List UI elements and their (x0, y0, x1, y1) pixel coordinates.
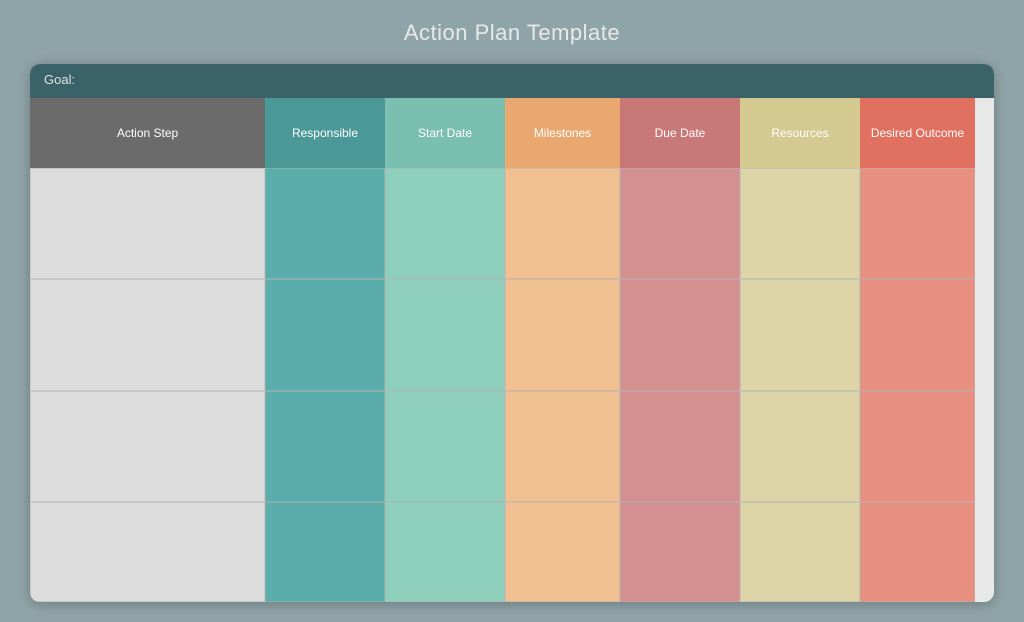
row4-action[interactable] (30, 502, 265, 602)
row4-milestones[interactable] (505, 502, 620, 602)
row4-duedate[interactable] (620, 502, 740, 602)
row1-desired[interactable] (860, 168, 975, 280)
header-desired-outcome: Desired Outcome (860, 98, 975, 168)
header-due-date: Due Date (620, 98, 740, 168)
row2-desired[interactable] (860, 279, 975, 391)
header-milestones: Milestones (505, 98, 620, 168)
row2-responsible[interactable] (265, 279, 385, 391)
page-wrapper: Action Plan Template Goal: Action Step R… (0, 0, 1024, 622)
grid-table: Action Step Responsible Start Date Miles… (30, 98, 994, 602)
row1-action[interactable] (30, 168, 265, 280)
row1-responsible[interactable] (265, 168, 385, 280)
row1-startdate[interactable] (385, 168, 505, 280)
row1-resources[interactable] (740, 168, 860, 280)
row2-milestones[interactable] (505, 279, 620, 391)
header-resources: Resources (740, 98, 860, 168)
row4-resources[interactable] (740, 502, 860, 602)
row3-milestones[interactable] (505, 391, 620, 503)
row3-responsible[interactable] (265, 391, 385, 503)
row4-responsible[interactable] (265, 502, 385, 602)
header-action-step: Action Step (30, 98, 265, 168)
row3-desired[interactable] (860, 391, 975, 503)
row3-startdate[interactable] (385, 391, 505, 503)
page-title: Action Plan Template (404, 20, 620, 46)
row3-duedate[interactable] (620, 391, 740, 503)
goal-bar: Goal: (30, 64, 994, 98)
row3-resources[interactable] (740, 391, 860, 503)
row2-duedate[interactable] (620, 279, 740, 391)
row1-duedate[interactable] (620, 168, 740, 280)
table-container: Goal: Action Step Responsible Start Date… (30, 64, 994, 602)
row4-startdate[interactable] (385, 502, 505, 602)
goal-label: Goal: (44, 72, 75, 87)
row2-action[interactable] (30, 279, 265, 391)
row1-milestones[interactable] (505, 168, 620, 280)
header-responsible: Responsible (265, 98, 385, 168)
row2-startdate[interactable] (385, 279, 505, 391)
row2-resources[interactable] (740, 279, 860, 391)
row4-desired[interactable] (860, 502, 975, 602)
header-start-date: Start Date (385, 98, 505, 168)
row3-action[interactable] (30, 391, 265, 503)
